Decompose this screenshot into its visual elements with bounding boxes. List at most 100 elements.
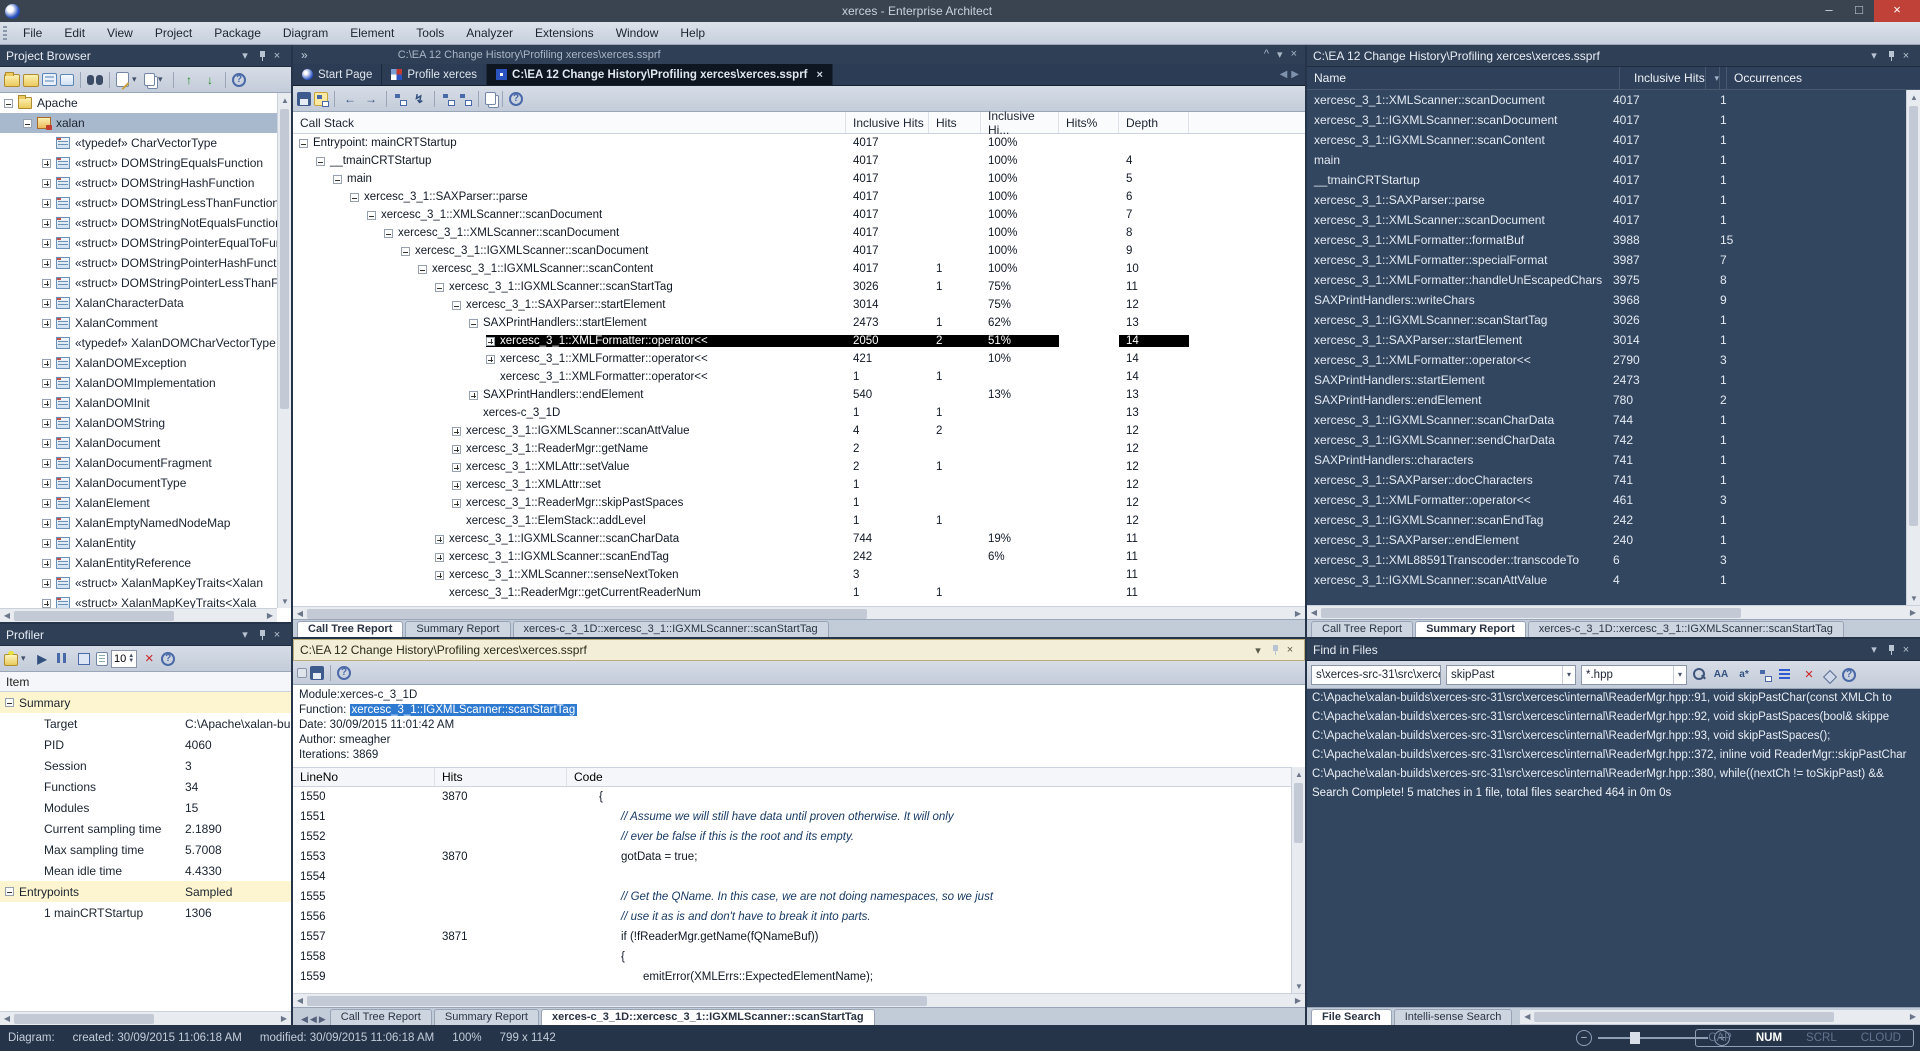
- close-tab-icon[interactable]: ×: [817, 69, 823, 81]
- summary-row[interactable]: main40171: [1307, 150, 1906, 170]
- call-stack-row[interactable]: xercesc_3_1::ReaderMgr::getCurrentReader…: [293, 584, 1305, 602]
- expand-icon[interactable]: [42, 479, 51, 488]
- column-name[interactable]: Name: [1307, 67, 1620, 89]
- expand-icon[interactable]: [452, 463, 461, 472]
- summary-row[interactable]: xercesc_3_1::SAXParser::startElement3014…: [1307, 330, 1906, 350]
- call-stack-row[interactable]: __tmainCRTStartup4017100%4: [293, 152, 1305, 170]
- chevron-down-icon[interactable]: ▾: [1277, 48, 1283, 61]
- expand-icon[interactable]: [452, 427, 461, 436]
- menu-item-help[interactable]: Help: [669, 22, 716, 44]
- copy-icon[interactable]: [144, 73, 155, 86]
- project-tree-item[interactable]: XalanDocument: [0, 433, 277, 453]
- search-result-line[interactable]: C:\Apache\xalan-builds\xerces-src-31\src…: [1312, 746, 1920, 765]
- call-stack-row[interactable]: xercesc_3_1::XMLAttr::set112: [293, 476, 1305, 494]
- expand-icon[interactable]: [42, 359, 51, 368]
- scroll-right-icon[interactable]: ▶: [277, 1012, 291, 1026]
- document-tab[interactable]: Profile xerces: [382, 64, 487, 85]
- summary-row[interactable]: xercesc_3_1::IGXMLScanner::scanAttValue4…: [1307, 570, 1906, 590]
- chevron-down-icon[interactable]: ▾: [1562, 666, 1575, 684]
- search-result-line[interactable]: C:\Apache\xalan-builds\xerces-src-31\src…: [1312, 689, 1920, 708]
- project-tree-item[interactable]: XalanDOMString: [0, 413, 277, 433]
- project-tree-item[interactable]: «struct» DOMStringHashFunction: [0, 173, 277, 193]
- project-tree-item[interactable]: «struct» DOMStringPointerLessThanFunctio…: [0, 273, 277, 293]
- play-icon[interactable]: ▶: [33, 650, 51, 668]
- save-icon[interactable]: [310, 666, 324, 680]
- pin-icon[interactable]: [1882, 644, 1898, 656]
- expand-icon[interactable]: [42, 599, 51, 608]
- call-stack-row[interactable]: xerces-c_3_1D1113: [293, 404, 1305, 422]
- search-result-line[interactable]: C:\Apache\xalan-builds\xerces-src-31\src…: [1312, 727, 1920, 746]
- panel-menu-icon[interactable]: ▾: [1866, 643, 1882, 656]
- collapse-icon[interactable]: [299, 139, 308, 148]
- forward-icon[interactable]: →: [362, 90, 380, 108]
- search-term-combobox[interactable]: skipPast▾: [1446, 665, 1576, 685]
- tab-scroll-right-icon[interactable]: ▶: [319, 1014, 326, 1025]
- profiler-row[interactable]: Mean idle time4.4330: [0, 860, 291, 881]
- summary-row[interactable]: xercesc_3_1::IGXMLScanner::scanContent40…: [1307, 130, 1906, 150]
- project-tree-item[interactable]: «typedef» CharVectorType: [0, 133, 277, 153]
- collapse-icon[interactable]: [367, 211, 376, 220]
- tab-scroll-right-icon[interactable]: ▶: [1291, 69, 1299, 80]
- column-lineno[interactable]: LineNo: [293, 768, 435, 786]
- expand-icon[interactable]: [42, 519, 51, 528]
- column-inclusive-hits-pct[interactable]: Inclusive Hi...: [981, 112, 1059, 133]
- close-panel-icon[interactable]: ×: [1898, 50, 1914, 62]
- call-stack-row[interactable]: Entrypoint: mainCRTStartup4017100%: [293, 134, 1305, 152]
- report-icon[interactable]: [96, 652, 108, 666]
- search-result-line[interactable]: C:\Apache\xalan-builds\xerces-src-31\src…: [1312, 708, 1920, 727]
- scroll-left-icon[interactable]: ◀: [1307, 606, 1321, 620]
- menu-item-diagram[interactable]: Diagram: [272, 22, 339, 44]
- report-tab[interactable]: Summary Report: [405, 621, 510, 637]
- project-tree-item[interactable]: XalanDOMImplementation: [0, 373, 277, 393]
- close-panel-icon[interactable]: ×: [1898, 644, 1914, 656]
- help-icon[interactable]: ?: [232, 73, 246, 87]
- call-stack-row[interactable]: xercesc_3_1::IGXMLScanner::scanContent40…: [293, 260, 1305, 278]
- discard-icon[interactable]: ×: [140, 650, 158, 668]
- summary-row[interactable]: xercesc_3_1::XML88591Transcoder::transco…: [1307, 550, 1906, 570]
- menu-item-element[interactable]: Element: [339, 22, 405, 44]
- clear-results-icon[interactable]: ×: [1800, 666, 1818, 684]
- pin-icon[interactable]: [1266, 644, 1282, 656]
- project-tree-item[interactable]: XalanEntity: [0, 533, 277, 553]
- call-stack-row[interactable]: xercesc_3_1::XMLScanner::scanDocument401…: [293, 206, 1305, 224]
- project-tree-hscrollbar[interactable]: ◀ ▶: [0, 608, 277, 622]
- project-tree-item[interactable]: XalanDOMException: [0, 353, 277, 373]
- collapse-icon[interactable]: [5, 698, 14, 707]
- file-filter-combobox[interactable]: *.hpp▾: [1581, 665, 1687, 685]
- zoom-slider[interactable]: [1598, 1037, 1708, 1039]
- expand-icon[interactable]: [42, 259, 51, 268]
- scroll-left-icon[interactable]: ◀: [0, 609, 14, 623]
- edit-icon[interactable]: [116, 72, 129, 87]
- expand-icon[interactable]: [42, 379, 51, 388]
- summary-row[interactable]: SAXPrintHandlers::endElement7802: [1307, 390, 1906, 410]
- move-down-icon[interactable]: ↓: [201, 71, 219, 89]
- close-panel-icon[interactable]: ×: [269, 50, 285, 62]
- project-tree-item[interactable]: «struct» XalanMapKeyTraits<Xalan: [0, 573, 277, 593]
- scroll-down-icon[interactable]: ▼: [1907, 591, 1920, 605]
- layers-icon[interactable]: [1823, 668, 1837, 682]
- project-tree-item[interactable]: XalanCharacterData: [0, 293, 277, 313]
- profiler-row[interactable]: PID4060: [0, 734, 291, 755]
- report-tab[interactable]: Call Tree Report: [330, 1009, 432, 1025]
- help-icon[interactable]: ?: [337, 666, 351, 680]
- summary-row[interactable]: xercesc_3_1::IGXMLScanner::scanCharData7…: [1307, 410, 1906, 430]
- menu-item-tools[interactable]: Tools: [405, 22, 455, 44]
- expand-icon[interactable]: [42, 219, 51, 228]
- code-line-row[interactable]: 15503870{: [293, 787, 1291, 807]
- profiler-row[interactable]: TargetC:\Apache\xalan-bu: [0, 713, 291, 734]
- code-column-headers[interactable]: LineNo Hits Code: [293, 767, 1291, 787]
- pin-icon[interactable]: [1882, 50, 1898, 62]
- scroll-right-icon[interactable]: ▶: [263, 609, 277, 623]
- call-stack-row[interactable]: SAXPrintHandlers::startElement2473162%13: [293, 314, 1305, 332]
- new-model-icon[interactable]: [4, 74, 20, 87]
- summary-row[interactable]: SAXPrintHandlers::startElement24731: [1307, 370, 1906, 390]
- call-stack-row[interactable]: xercesc_3_1::XMLFormatter::operator<<111…: [293, 368, 1305, 386]
- menu-item-file[interactable]: File: [12, 22, 53, 44]
- document-tab[interactable]: Start Page: [293, 64, 382, 85]
- scroll-left-icon[interactable]: ◀: [0, 1012, 14, 1026]
- project-tree-item[interactable]: xalan: [0, 113, 277, 133]
- call-stack-row[interactable]: xercesc_3_1::XMLScanner::senseNextToken3…: [293, 566, 1305, 584]
- collapse-icon[interactable]: [435, 283, 444, 292]
- call-stack-row[interactable]: xercesc_3_1::SAXParser::startElement3014…: [293, 296, 1305, 314]
- summary-row[interactable]: xercesc_3_1::XMLFormatter::operator<<461…: [1307, 490, 1906, 510]
